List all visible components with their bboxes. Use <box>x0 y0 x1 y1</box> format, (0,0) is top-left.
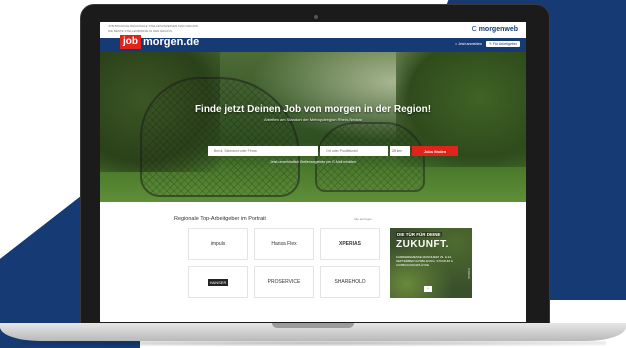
employers-heading: Regionale Top-Arbeitgeber im Portrait <box>174 216 266 222</box>
browser-screen: JOB BRANCHE REGIONALE STELLENANZEIGEN MA… <box>100 22 526 322</box>
employer-tile-hansaflex[interactable]: Hansa Flex <box>254 228 314 260</box>
employer-tile-xperias[interactable]: XPERIAS <box>320 228 380 260</box>
employer-tile-impuls[interactable]: impuls <box>188 228 248 260</box>
morgenweb-label: morgenweb <box>478 26 518 33</box>
laptop-notch <box>272 323 354 328</box>
hanser-logo: HANSER <box>207 278 229 286</box>
hero-banner: Finde jetzt Deinen Job von morgen in der… <box>100 52 526 202</box>
pencil-icon: ✎ <box>488 42 492 46</box>
search-button[interactable]: Jobs finden <box>412 146 458 156</box>
location-input[interactable] <box>320 146 388 156</box>
employer-tile-sharehold[interactable]: SHAREHOLD <box>320 266 380 298</box>
top-note-1: JOB BRANCHE REGIONALE STELLENANZEIGEN MA… <box>108 24 199 28</box>
advertisement-banner[interactable]: DIE TÜR FÜR DEINE ZUKUNFT. KARRIEREMESSE… <box>390 228 472 298</box>
hero-chair-image <box>140 77 300 197</box>
employer-button[interactable]: ✎ Für Arbeitgeber <box>485 41 520 47</box>
camera-icon <box>314 15 318 19</box>
home-icon: ⌂ <box>455 42 458 46</box>
site-logo[interactable]: job morgen.de <box>120 35 199 49</box>
radius-value: 25 km <box>392 149 402 153</box>
login-label: Jetzt anmelden <box>458 42 482 46</box>
employers-all-link[interactable]: Alle anzeigen <box>354 217 372 221</box>
nav-actions: ⌂ Jetzt anmelden ✎ Für Arbeitgeber <box>455 41 520 47</box>
main-navbar: job morgen.de ⌂ Jetzt anmelden ✎ Für Arb… <box>100 35 526 52</box>
job-search-input[interactable] <box>208 146 318 156</box>
hero-subtitle: Arbeiten am Standort der Metropolregion … <box>263 117 363 122</box>
logo-job-box: job <box>120 35 141 49</box>
top-note-2: DIE BESTE STELLENBÖRSE IN DER REGION <box>108 29 173 33</box>
ad-headline-1: DIE TÜR FÜR DEINE <box>396 232 442 237</box>
ad-logo-icon: ▪ <box>424 286 432 292</box>
ad-headline-2: ZUKUNFT. <box>396 239 449 250</box>
radius-select[interactable]: 25 km <box>390 146 410 156</box>
logo-text: morgen.de <box>143 36 200 48</box>
morgenweb-logo-icon: C <box>471 26 477 33</box>
hero-chair-image-2 <box>315 122 425 192</box>
job-search-bar: ⌕ 25 km Jobs finden <box>208 146 462 156</box>
employer-label: Für Arbeitgeber <box>492 42 517 46</box>
ad-side-label: ANZEIGE <box>467 268 470 279</box>
employer-grid: impuls Hansa Flex XPERIAS HANSER PROSERV… <box>188 228 380 298</box>
morgenweb-link[interactable]: C morgenweb <box>472 26 518 33</box>
employer-tile-proservice[interactable]: PROSERVICE <box>254 266 314 298</box>
hero-title: Finde jetzt Deinen Job von morgen in der… <box>194 104 432 115</box>
email-alert-link[interactable]: Jetzt unverbindlich Stellenangebote per … <box>100 160 526 164</box>
ad-body-text: KARRIEREMESSE MANNHEIM 23. & 24. SEPTEMB… <box>396 255 453 267</box>
login-link[interactable]: ⌂ Jetzt anmelden <box>455 42 482 46</box>
employers-section: Regionale Top-Arbeitgeber im Portrait Al… <box>100 202 526 322</box>
employer-tile-hanser[interactable]: HANSER <box>188 266 248 298</box>
search-field-wrap: ⌕ <box>208 146 318 156</box>
